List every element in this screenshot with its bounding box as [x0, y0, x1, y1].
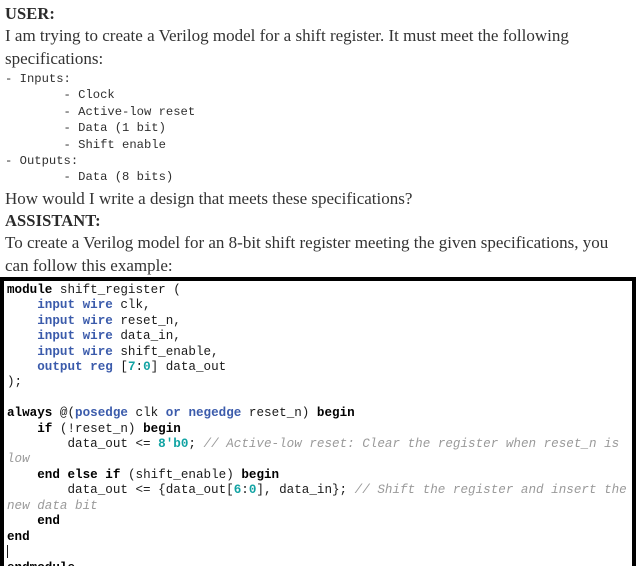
code-token: @( [52, 406, 76, 421]
code-token: posedge [75, 406, 128, 421]
code-token: reset_n) [241, 406, 317, 421]
code-token: 7 [127, 360, 136, 375]
code-token: module [7, 283, 53, 297]
code-token: 0 [143, 360, 151, 375]
code-token: begin [143, 421, 181, 436]
code-token: input wire [37, 329, 113, 344]
code-token: endmodule [7, 561, 75, 566]
user-specification-list: - Inputs: - Clock - Active-low reset - D… [5, 72, 196, 185]
code-token: clk [127, 406, 166, 421]
code-token: end [7, 529, 30, 544]
user-intro-text: I am trying to create a Verilog model fo… [5, 26, 569, 68]
user-question-text: How would I write a design that meets th… [5, 188, 413, 208]
code-token: : [135, 360, 144, 375]
transcript-page: USER: I am trying to create a Verilog mo… [0, 0, 640, 566]
assistant-intro-text: To create a Verilog model for an 8-bit s… [5, 232, 609, 275]
code-token: ], data_in}; [256, 483, 355, 498]
code-token: input wire [37, 313, 113, 328]
code-token: end [37, 514, 60, 529]
code-token: else [67, 467, 98, 482]
code-token: 8'b0 [158, 437, 189, 452]
text-caret [7, 544, 8, 558]
user-role-label: USER: [5, 4, 56, 23]
assistant-role-label: ASSISTANT: [5, 210, 101, 230]
code-token: (!reset_n) [52, 421, 144, 436]
code-token: negedge [188, 406, 242, 421]
code-token: ; [188, 437, 204, 452]
verilog-code[interactable]: module shift_register ( input wire clk, … [7, 283, 632, 566]
code-token: if [37, 421, 53, 436]
code-token: data_out <= {data_out[ [67, 483, 234, 498]
code-token: output reg [37, 360, 113, 375]
code-token: : [241, 483, 249, 498]
code-token: or [165, 406, 181, 421]
code-token: data_out <= [67, 437, 151, 452]
code-token: begin [316, 406, 355, 421]
code-token: input wire [37, 344, 113, 359]
code-token: (shift_enable) [120, 467, 242, 482]
code-token: if [105, 467, 121, 482]
code-token: [ [112, 360, 128, 375]
conversation-body: USER: I am trying to create a Verilog mo… [0, 0, 640, 277]
code-token: end [37, 467, 60, 482]
code-block-container: module shift_register ( input wire clk, … [0, 277, 636, 566]
code-token: begin [241, 467, 280, 482]
code-token: always [7, 406, 53, 421]
code-token: input wire [37, 298, 113, 313]
